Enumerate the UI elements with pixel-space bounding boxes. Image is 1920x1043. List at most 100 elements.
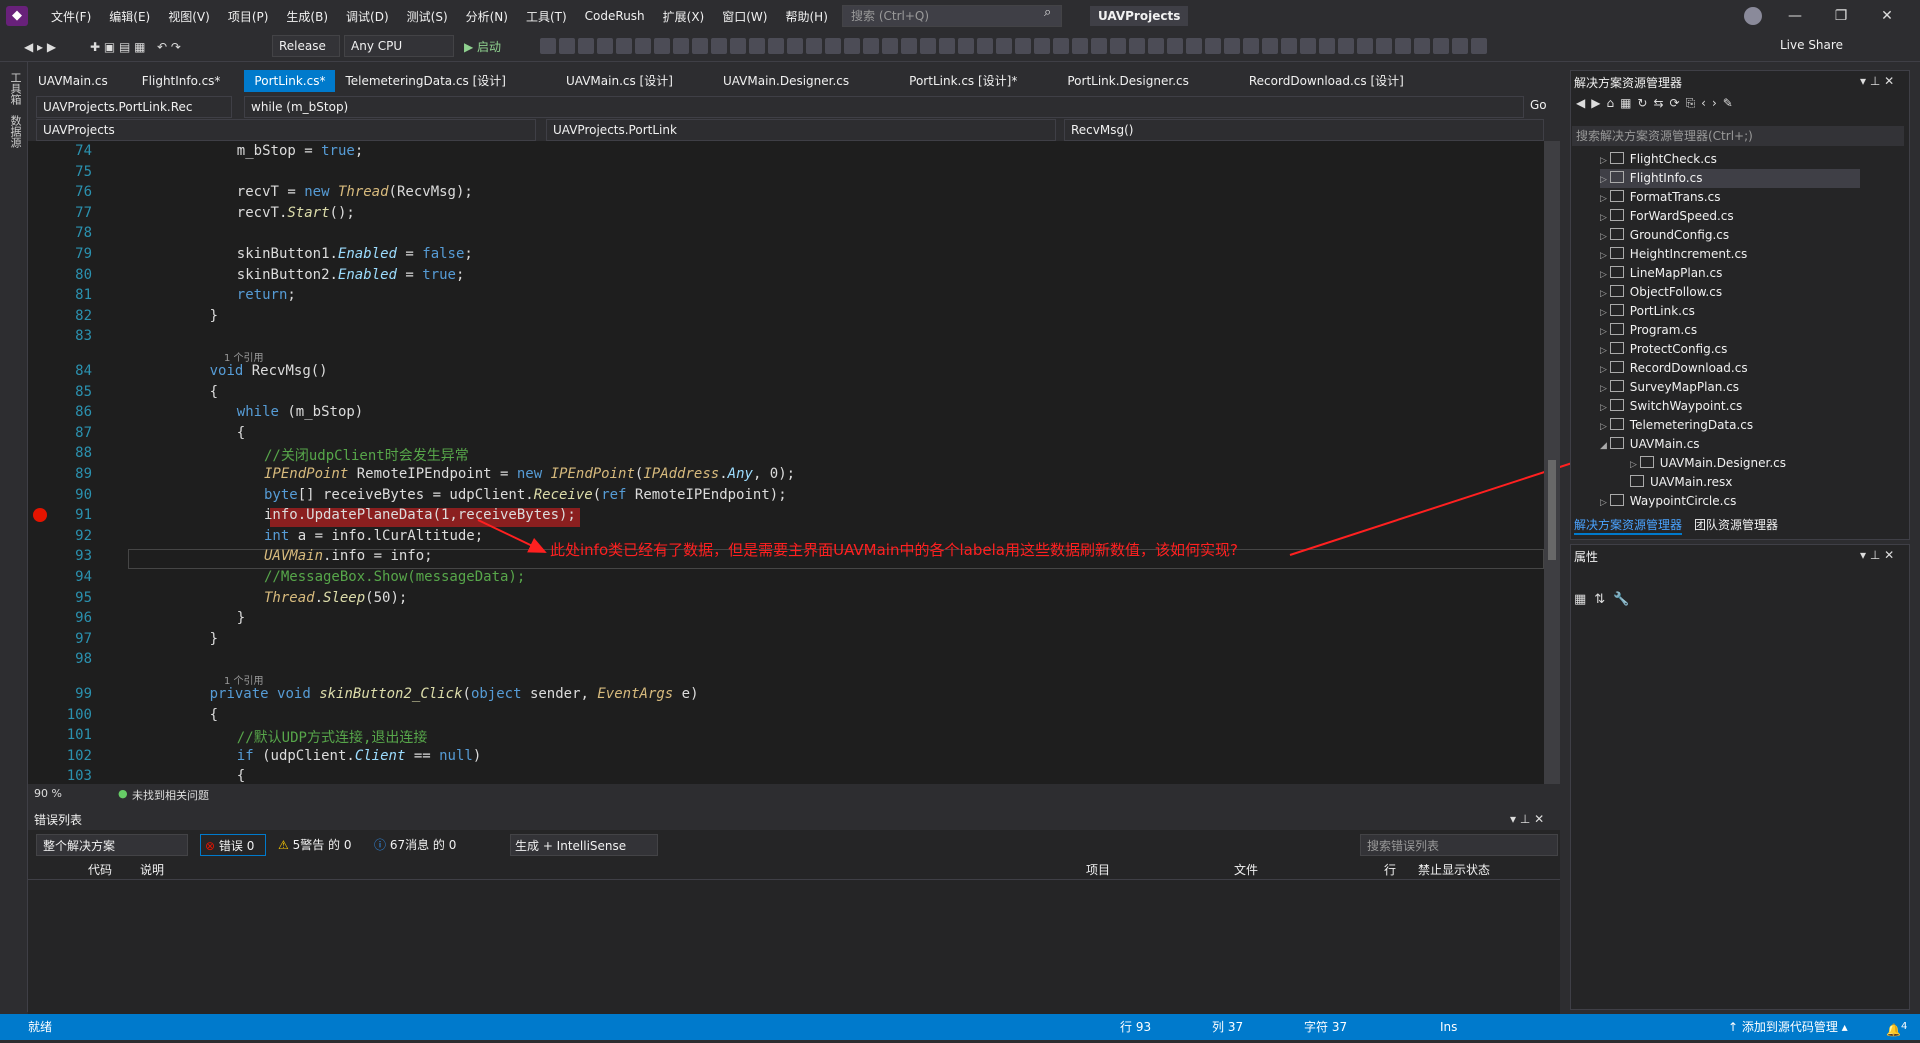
properties-title: 属性	[1574, 550, 1599, 564]
col-line[interactable]: 行	[1384, 860, 1396, 880]
solution-file-label: ProtectConfig.cs	[1629, 342, 1728, 356]
solution-file-item[interactable]: ▷ FlightInfo.cs	[1600, 169, 1860, 188]
editor-status-bar: 90 % ● 未找到相关问题	[28, 784, 1544, 804]
expand-arrow-icon[interactable]: ▷	[1600, 422, 1610, 432]
solution-file-label: UAVMain.resx	[1650, 475, 1733, 489]
solution-file-item[interactable]: ▷ TelemeteringData.cs	[1600, 416, 1753, 435]
expand-arrow-icon[interactable]: ▷	[1600, 498, 1610, 508]
solution-file-label: FormatTrans.cs	[1629, 190, 1721, 204]
solution-file-label: TelemeteringData.cs	[1629, 418, 1754, 432]
file-icon	[1609, 342, 1624, 354]
expand-arrow-icon[interactable]: ▷	[1600, 270, 1610, 280]
expand-arrow-icon[interactable]: ▷	[1600, 308, 1610, 318]
solution-file-item[interactable]: ▷ ForWardSpeed.cs	[1600, 207, 1734, 226]
solution-file-item[interactable]: ▷ FormatTrans.cs	[1600, 188, 1720, 207]
solution-file-item[interactable]: UAVMain.resx	[1630, 473, 1732, 492]
check-icon: ●	[118, 787, 128, 800]
scrollbar-thumb[interactable]	[1548, 460, 1556, 560]
file-icon	[1609, 152, 1624, 164]
error-list-title: 错误列表	[28, 810, 1560, 830]
errors-filter[interactable]: ⊗ 错误 0	[200, 834, 266, 856]
file-icon	[1609, 437, 1624, 449]
solution-file-label: FlightCheck.cs	[1629, 152, 1717, 166]
panel-pin-close-icons[interactable]: ▾ ⊥ ✕	[1510, 812, 1544, 826]
solution-file-item[interactable]: ▷ GroundConfig.cs	[1600, 226, 1729, 245]
file-icon	[1609, 209, 1624, 221]
status-line: 行 93	[1120, 1020, 1152, 1034]
file-icon	[1609, 380, 1624, 392]
file-icon	[1609, 494, 1624, 506]
issues-status[interactable]: 未找到相关问题	[132, 787, 209, 803]
file-icon	[1609, 323, 1624, 335]
properties-toolbar-icons[interactable]: ▦⇅🔧	[1574, 592, 1637, 607]
expand-arrow-icon[interactable]: ▷	[1600, 289, 1610, 299]
solution-file-item[interactable]: ▷ LineMapPlan.cs	[1600, 264, 1722, 283]
file-icon	[1609, 361, 1624, 373]
solution-file-item[interactable]: ▷ ObjectFollow.cs	[1600, 283, 1722, 302]
messages-filter[interactable]: ⓘ 67消息 的 0	[374, 834, 456, 856]
col-file[interactable]: 文件	[1234, 860, 1258, 880]
col-suppression[interactable]: 禁止显示状态	[1418, 860, 1490, 880]
solution-file-item[interactable]: ▷ PortLink.cs	[1600, 302, 1695, 321]
properties-pin-close-icons[interactable]: ▾ ⊥ ✕	[1860, 548, 1894, 562]
file-icon	[1609, 418, 1624, 430]
expand-arrow-icon[interactable]: ▷	[1600, 403, 1610, 413]
solution-file-item[interactable]: ▷ FlightCheck.cs	[1600, 150, 1717, 169]
file-icon	[1609, 285, 1624, 297]
solution-explorer-title: 解决方案资源管理器	[1574, 76, 1683, 90]
solution-file-label: ObjectFollow.cs	[1629, 285, 1723, 299]
expand-arrow-icon[interactable]: ▷	[1600, 384, 1610, 394]
solution-file-item[interactable]: ◢ UAVMain.cs	[1600, 435, 1700, 454]
expand-arrow-icon[interactable]: ▷	[1600, 251, 1610, 261]
error-scope-dropdown[interactable]: 整个解决方案	[36, 834, 188, 856]
expand-arrow-icon[interactable]: ▷	[1600, 156, 1610, 166]
notification-bell-icon[interactable]: 🔔4	[1886, 1014, 1907, 1043]
arrow-right	[1289, 447, 1614, 556]
solution-file-item[interactable]: ▷ RecordDownload.cs	[1600, 359, 1748, 378]
solution-file-label: GroundConfig.cs	[1629, 228, 1730, 242]
tab-solution-explorer[interactable]: 解决方案资源管理器	[1574, 516, 1683, 535]
solution-file-item[interactable]: ▷ SurveyMapPlan.cs	[1600, 378, 1739, 397]
expand-arrow-icon[interactable]: ▷	[1600, 175, 1610, 185]
solution-file-label: UAVMain.Designer.cs	[1659, 456, 1787, 470]
expand-arrow-icon[interactable]: ▷	[1600, 213, 1610, 223]
solution-file-item[interactable]: ▷ WaypointCircle.cs	[1600, 492, 1736, 511]
zoom-level[interactable]: 90 %	[34, 787, 62, 800]
solution-file-label: Program.cs	[1629, 323, 1698, 337]
file-icon	[1609, 190, 1624, 202]
col-project[interactable]: 项目	[1086, 860, 1110, 880]
file-icon	[1639, 456, 1654, 468]
tab-team-explorer[interactable]: 团队资源管理器	[1694, 516, 1778, 533]
solution-file-item[interactable]: ▷ UAVMain.Designer.cs	[1630, 454, 1786, 473]
messages-count: 67消息 的 0	[389, 838, 457, 852]
solution-file-item[interactable]: ▷ ProtectConfig.cs	[1600, 340, 1727, 359]
solution-file-item[interactable]: ▷ Program.cs	[1600, 321, 1697, 340]
warning-icon: ⚠	[278, 838, 289, 852]
expand-arrow-icon[interactable]: ◢	[1600, 441, 1610, 451]
solution-file-label: SurveyMapPlan.cs	[1629, 380, 1740, 394]
solution-file-item[interactable]: ▷ SwitchWaypoint.cs	[1600, 397, 1742, 416]
expand-arrow-icon[interactable]: ▷	[1600, 232, 1610, 242]
status-char: 字符 37	[1304, 1020, 1348, 1034]
error-search-input[interactable]: 搜索错误列表	[1360, 834, 1558, 856]
warnings-filter[interactable]: ⚠ 5警告 的 0	[278, 834, 352, 856]
expand-arrow-icon[interactable]: ▷	[1600, 194, 1610, 204]
solution-file-item[interactable]: ▷ HeightIncrement.cs	[1600, 245, 1747, 264]
file-icon	[1609, 171, 1624, 183]
status-ins: Ins	[1440, 1020, 1458, 1034]
build-filter-dropdown[interactable]: 生成 + IntelliSense	[510, 834, 658, 856]
expand-arrow-icon[interactable]: ▷	[1630, 460, 1640, 470]
errors-count: 错误 0	[218, 839, 255, 853]
file-icon	[1609, 304, 1624, 316]
info-icon: ⓘ	[374, 838, 387, 852]
add-to-source-control[interactable]: ↑ 添加到源代码管理 ▴	[1728, 1014, 1848, 1040]
solution-toolbar-icons[interactable]: ◀▶⌂▦↻⇆⟳⎘‹›✎	[1576, 96, 1739, 111]
expand-arrow-icon[interactable]: ▷	[1600, 327, 1610, 337]
solution-search-input[interactable]: 搜索解决方案资源管理器(Ctrl+;)	[1572, 126, 1904, 146]
col-description[interactable]: 说明	[140, 860, 164, 880]
solution-file-label: LineMapPlan.cs	[1629, 266, 1723, 280]
solution-pin-close-icons[interactable]: ▾ ⊥ ✕	[1860, 74, 1894, 88]
col-code[interactable]: 代码	[88, 860, 112, 880]
expand-arrow-icon[interactable]: ▷	[1600, 346, 1610, 356]
expand-arrow-icon[interactable]: ▷	[1600, 365, 1610, 375]
